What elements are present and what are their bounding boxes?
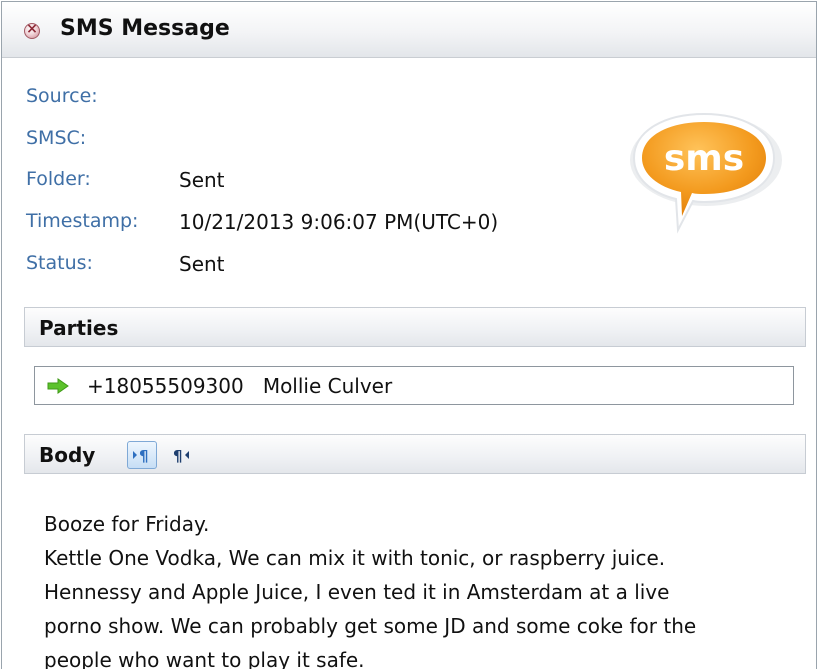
party-details: +18055509300 Mollie Culver bbox=[87, 374, 392, 398]
message-line: people who want to play it safe. bbox=[44, 648, 365, 669]
svg-text:¶: ¶ bbox=[173, 447, 183, 465]
message-line: Kettle One Vodka, We can mix it with ton… bbox=[44, 546, 666, 570]
body-title: Body bbox=[39, 443, 96, 467]
party-number: +18055509300 bbox=[87, 374, 244, 398]
party-row[interactable]: +18055509300 Mollie Culver bbox=[34, 366, 794, 405]
left-to-right-paragraph-icon: ¶ bbox=[133, 447, 149, 465]
green-right-arrow-icon bbox=[47, 378, 69, 394]
timestamp-label: Timestamp: bbox=[26, 210, 139, 232]
right-to-left-paragraph-icon: ¶ bbox=[173, 447, 189, 465]
timestamp-value: 10/21/2013 9:06:07 PM(UTC+0) bbox=[179, 210, 499, 234]
title-bar: SMS Message bbox=[2, 2, 816, 58]
sms-speech-bubble-icon: sms bbox=[630, 112, 782, 234]
source-label: Source: bbox=[26, 85, 98, 107]
message-body: Booze for Friday. Kettle One Vodka, We c… bbox=[44, 507, 804, 669]
folder-label: Folder: bbox=[26, 168, 91, 190]
svg-text:¶: ¶ bbox=[139, 447, 149, 465]
message-line: Booze for Friday. bbox=[44, 512, 210, 536]
status-value: Sent bbox=[179, 252, 225, 276]
left-to-right-paragraph-button[interactable]: ¶ bbox=[127, 441, 157, 469]
party-name: Mollie Culver bbox=[262, 374, 393, 398]
folder-value: Sent bbox=[179, 168, 225, 192]
parties-header: Parties bbox=[24, 307, 806, 347]
sms-message-window: SMS Message Source: SMSC: Folder: Sent T… bbox=[1, 1, 817, 669]
right-to-left-paragraph-button[interactable]: ¶ bbox=[167, 441, 197, 469]
message-line: Hennessy and Apple Juice, I even ted it … bbox=[44, 580, 670, 604]
message-line: porno show. We can probably get some JD … bbox=[44, 614, 697, 638]
smsc-label: SMSC: bbox=[26, 127, 87, 149]
status-label: Status: bbox=[26, 252, 93, 274]
sms-logo-text: sms bbox=[664, 138, 744, 179]
parties-title: Parties bbox=[39, 316, 119, 340]
close-icon[interactable] bbox=[24, 21, 40, 39]
window-title: SMS Message bbox=[60, 16, 230, 41]
body-header: Body ¶ ¶ bbox=[24, 434, 806, 474]
